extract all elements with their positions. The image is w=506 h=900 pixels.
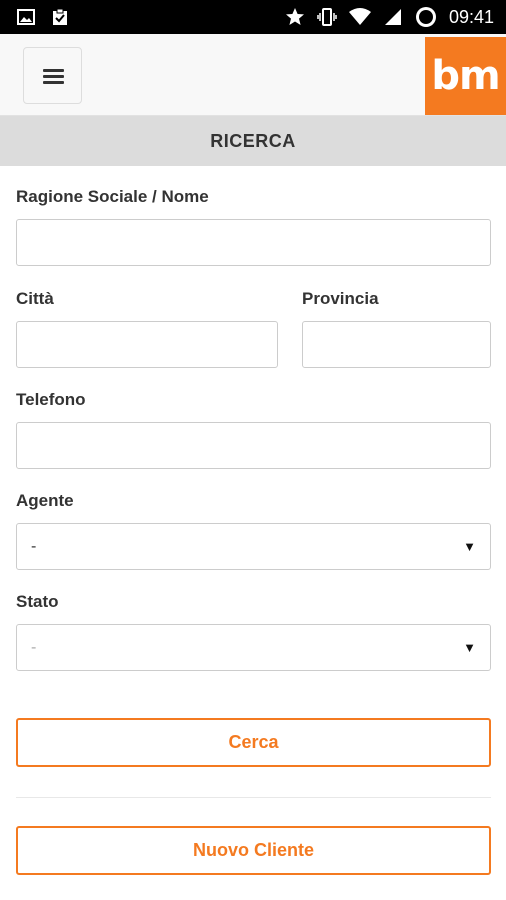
- search-button[interactable]: Cerca: [16, 718, 491, 767]
- new-client-button[interactable]: Nuovo Cliente: [16, 826, 491, 875]
- agente-label: Agente: [16, 491, 74, 510]
- page-title: RICERCA: [210, 130, 296, 151]
- stato-selected-value: -: [31, 638, 37, 656]
- stato-label: Stato: [16, 592, 59, 611]
- vibrate-icon: [317, 8, 337, 26]
- page-title-bar: RICERCA: [0, 116, 506, 166]
- wifi-icon: [348, 8, 371, 25]
- signal-icon: [384, 9, 401, 25]
- stato-select[interactable]: - ▼: [16, 624, 491, 671]
- provincia-label: Provincia: [302, 289, 379, 308]
- telefono-label: Telefono: [16, 390, 86, 409]
- dropdown-caret-icon: ▼: [463, 640, 476, 655]
- hamburger-icon-bar: [43, 75, 64, 78]
- status-bar: 09:41: [0, 0, 506, 34]
- ragione-sociale-label: Ragione Sociale / Nome: [16, 187, 209, 206]
- agente-select[interactable]: - ▼: [16, 523, 491, 570]
- star-icon: [285, 8, 304, 25]
- agente-selected-value: -: [31, 537, 37, 555]
- brand-logo: bm: [425, 37, 506, 115]
- app-header: bm: [0, 34, 506, 116]
- status-time: 09:41: [448, 7, 494, 27]
- telefono-input[interactable]: [16, 422, 491, 469]
- image-icon: [17, 9, 35, 25]
- provincia-input[interactable]: [302, 321, 491, 368]
- battery-icon: [415, 7, 436, 27]
- menu-button[interactable]: [23, 47, 82, 104]
- divider: [16, 797, 491, 798]
- citta-input[interactable]: [16, 321, 278, 368]
- clipboard-check-icon: [53, 8, 67, 25]
- citta-label: Città: [16, 289, 54, 308]
- hamburger-icon: [43, 69, 64, 72]
- hamburger-icon-bar: [43, 81, 64, 84]
- dropdown-caret-icon: ▼: [463, 539, 476, 554]
- ragione-sociale-input[interactable]: [16, 219, 491, 266]
